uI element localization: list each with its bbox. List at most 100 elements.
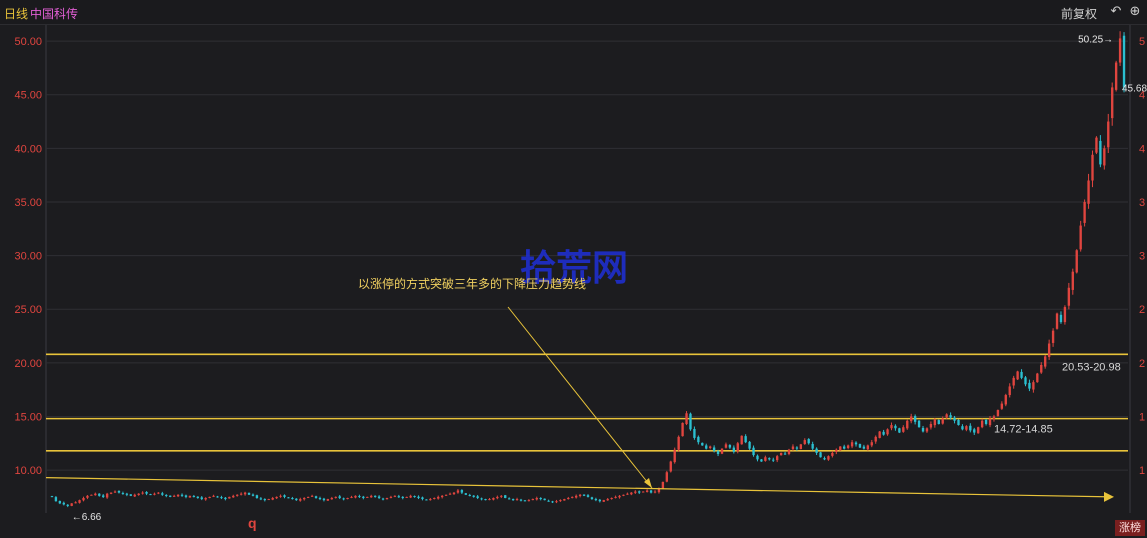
candle-body — [70, 503, 73, 506]
candle-body — [799, 444, 803, 449]
candle-body — [709, 446, 712, 449]
y-tick-label: 45.00 — [14, 90, 42, 102]
candle-body — [870, 442, 873, 446]
y-tick-label-right: 4 — [1139, 143, 1145, 155]
candle-body — [1047, 343, 1051, 357]
candle-body — [535, 497, 538, 500]
candle-body — [464, 493, 467, 495]
candle-body — [82, 497, 85, 501]
candle-body — [141, 492, 144, 494]
candle-body — [578, 494, 582, 497]
candle-body — [492, 497, 495, 500]
adjust-mode-button[interactable]: 前复权 — [1061, 5, 1097, 22]
candle-body — [208, 496, 211, 498]
y-tick-label-right: 3 — [1139, 197, 1145, 209]
candle-body — [977, 427, 980, 434]
candle-body — [236, 494, 239, 496]
candle-body — [906, 420, 909, 429]
candle-body — [831, 452, 834, 456]
candle-body — [1122, 35, 1126, 88]
candle-body — [129, 494, 132, 496]
stock-name[interactable]: 中国科传 — [30, 5, 78, 22]
candle-body — [437, 496, 440, 499]
candle-body — [271, 497, 274, 500]
candle-body — [232, 495, 235, 498]
undo-icon[interactable]: ↶ — [1109, 4, 1123, 18]
candle-body — [484, 499, 487, 501]
candle-body — [306, 496, 310, 498]
plus-circle-icon[interactable]: ⊕ — [1128, 4, 1142, 18]
y-tick-label: 20.00 — [14, 358, 42, 370]
candle-body — [677, 436, 680, 450]
candle-body — [1099, 140, 1102, 165]
candlestick-chart[interactable]: 10.00 15.00 20.00 25.00 30.00 35.00 40.00 45.00… — [0, 25, 1147, 538]
candle-body — [1095, 137, 1098, 153]
candle-body — [102, 495, 105, 497]
candle-body — [815, 448, 818, 453]
candle-body — [180, 494, 184, 496]
candle-body — [992, 416, 996, 420]
candle-body — [145, 491, 148, 494]
candle-body — [890, 425, 893, 429]
candle-body — [555, 501, 558, 503]
y-tick-label: 50.00 — [14, 36, 42, 48]
candle-body — [476, 496, 479, 498]
candle-body — [291, 497, 294, 500]
candle-body — [1020, 371, 1023, 378]
candle-body — [614, 496, 617, 498]
candle-body — [366, 496, 369, 498]
candle-body — [843, 446, 846, 449]
candle-body — [744, 436, 747, 443]
candle-body — [732, 447, 736, 452]
range-label-upper: 20.53-20.98 — [1062, 361, 1121, 373]
candle-body — [504, 495, 507, 498]
candle-body — [957, 419, 960, 426]
candle-body — [689, 413, 692, 430]
candle-body — [460, 490, 464, 493]
candle-body — [314, 496, 318, 498]
corner-badge[interactable]: 涨榜 — [1115, 520, 1145, 536]
candle-body — [1059, 314, 1063, 323]
candle-body — [807, 439, 810, 444]
candle-body — [988, 418, 992, 426]
candle-body — [66, 504, 69, 506]
candle-body — [539, 497, 542, 500]
candle-body — [854, 442, 858, 445]
candle-body — [1067, 287, 1071, 306]
candle-body — [326, 499, 330, 501]
candle-body — [295, 498, 298, 501]
candle-body — [756, 455, 759, 460]
candle-body — [559, 500, 562, 502]
candle-body — [121, 493, 125, 495]
candle-body — [1004, 395, 1007, 405]
candle-body — [980, 420, 984, 428]
candle-body — [444, 494, 448, 496]
candle-body — [1063, 307, 1067, 323]
candle-body — [1016, 371, 1019, 380]
candle-body — [913, 416, 917, 422]
candle-body — [212, 495, 215, 497]
period-selector[interactable]: 日线 — [4, 5, 28, 22]
candle-body — [653, 491, 657, 493]
candle-body — [78, 500, 81, 503]
y-tick-label: 30.00 — [14, 251, 42, 263]
candle-body — [216, 496, 219, 498]
candle-body — [433, 497, 436, 499]
candle-body — [472, 495, 475, 497]
candle-body — [224, 497, 227, 500]
candle-body — [571, 496, 574, 498]
candle-body — [169, 495, 172, 497]
candle-body — [811, 443, 814, 449]
candle-body — [598, 499, 602, 502]
y-axis-right: 112233445 — [1139, 36, 1145, 477]
y-tick-label-right: 5 — [1139, 36, 1145, 48]
candle-body — [287, 497, 290, 499]
candle-body — [98, 493, 101, 496]
candle-body — [724, 444, 728, 448]
y-tick-label: 40.00 — [14, 143, 42, 155]
candle-body — [803, 440, 806, 445]
candle-body — [259, 498, 263, 500]
candle-body — [531, 499, 535, 501]
y-tick-label-right: 2 — [1139, 358, 1145, 370]
candle-body — [196, 496, 199, 498]
